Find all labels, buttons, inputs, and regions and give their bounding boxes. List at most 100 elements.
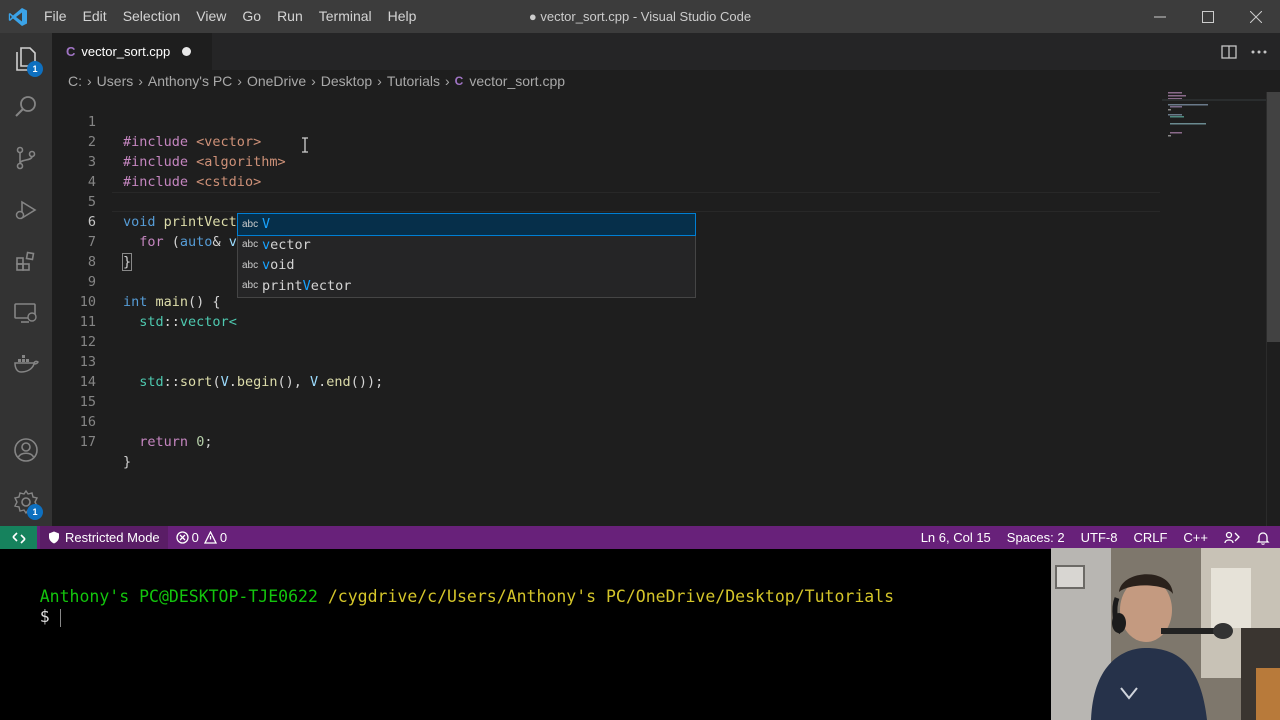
- activity-bar: 1 1: [0, 33, 52, 526]
- indentation[interactable]: Spaces: 2: [999, 530, 1073, 545]
- source-control-icon[interactable]: [0, 134, 52, 182]
- files-icon[interactable]: 1: [0, 35, 52, 83]
- code-line: 14: [52, 352, 1162, 390]
- line-number: 17: [79, 434, 96, 450]
- tab-label: vector_sort.cpp: [81, 44, 171, 59]
- close-icon[interactable]: [1232, 0, 1280, 33]
- menu-go[interactable]: Go: [234, 0, 269, 33]
- warning-count: 0: [219, 530, 228, 545]
- suggestion-match: V: [262, 216, 271, 233]
- suggestion-item[interactable]: abc v ector: [238, 235, 695, 256]
- code-editor[interactable]: 1 #include <vector> 2 #include <algorith…: [52, 92, 1162, 526]
- cursor-position[interactable]: Ln 6, Col 15: [913, 530, 999, 545]
- code-line: 2 #include <algorithm>: [52, 112, 1162, 170]
- text-kind-icon: abc: [242, 239, 259, 251]
- suggestion-match: V: [302, 277, 311, 294]
- terminal-path: /cygdrive/c/Users/Anthony's PC/OneDrive/…: [327, 587, 895, 606]
- restricted-mode-indicator[interactable]: Restricted Mode: [40, 526, 168, 549]
- remote-explorer-icon[interactable]: [0, 289, 52, 337]
- suggest-widget: abc V abc v ector abc v oid abc print Vecto…: [237, 213, 696, 298]
- extensions-icon[interactable]: [0, 238, 52, 286]
- breadcrumb-file[interactable]: vector_sort.cpp: [469, 73, 565, 89]
- suggestion-rest: ector: [310, 277, 352, 294]
- problems-indicator[interactable]: 0 0: [168, 530, 235, 545]
- breadcrumb-item[interactable]: Users: [97, 73, 134, 89]
- code-line: 15: [52, 372, 1162, 410]
- text-kind-icon: abc: [242, 280, 259, 292]
- terminal-cursor: [59, 608, 61, 627]
- suggestion-match: v: [262, 236, 271, 253]
- code-line: 5 void printVector(std::vector<int> V) {: [52, 172, 1162, 231]
- breadcrumb-item[interactable]: C:: [68, 73, 82, 89]
- status-bar: Restricted Mode 0 0 Ln 6, Col 15 Spaces:…: [0, 526, 1280, 549]
- code-line: 13 std::sort(V.begin(), V.end());: [52, 332, 1162, 390]
- window-controls: [1136, 0, 1280, 33]
- explorer-badge: 1: [27, 61, 43, 77]
- breadcrumb-item[interactable]: Desktop: [321, 73, 372, 89]
- remote-indicator-icon[interactable]: [0, 526, 37, 549]
- menu-edit[interactable]: Edit: [75, 0, 115, 33]
- feedback-icon[interactable]: [1216, 531, 1248, 545]
- error-icon: [176, 531, 189, 544]
- code-line: 6 for (auto& v: [52, 192, 1162, 251]
- title-bar: File Edit Selection View Go Run Terminal…: [0, 0, 1280, 33]
- split-editor-icon[interactable]: [1214, 33, 1244, 70]
- shield-icon: [48, 531, 60, 544]
- breadcrumb-item[interactable]: OneDrive: [247, 73, 306, 89]
- suggestion-item[interactable]: abc v oid: [238, 255, 695, 276]
- webcam-overlay: [1051, 548, 1280, 720]
- menu-terminal[interactable]: Terminal: [311, 0, 380, 33]
- tab-vector-sort[interactable]: C vector_sort.cpp: [52, 33, 212, 70]
- suggestion-item[interactable]: abc V: [237, 213, 696, 236]
- run-debug-icon[interactable]: [0, 186, 52, 234]
- chevron-right-icon: ›: [311, 73, 316, 89]
- breadcrumb-item[interactable]: Anthony's PC: [148, 73, 232, 89]
- end-of-line[interactable]: CRLF: [1125, 530, 1175, 545]
- menu-help[interactable]: Help: [380, 0, 425, 33]
- menu-run[interactable]: Run: [269, 0, 311, 33]
- encoding[interactable]: UTF-8: [1073, 530, 1126, 545]
- cpp-file-icon: C: [66, 44, 76, 59]
- token: }: [123, 454, 132, 470]
- cpp-file-icon: C: [454, 74, 464, 88]
- suggestion-rest: oid: [270, 257, 295, 274]
- account-icon[interactable]: [0, 426, 52, 474]
- language-mode[interactable]: C++: [1175, 530, 1216, 545]
- suggestion-prefix: print: [262, 277, 303, 294]
- code-line: 17 }: [52, 412, 1162, 470]
- code-line: 16 return 0;: [52, 392, 1162, 450]
- more-actions-icon[interactable]: [1244, 33, 1274, 70]
- unsaved-dot-icon[interactable]: [182, 47, 192, 56]
- docker-icon[interactable]: [0, 339, 52, 387]
- menu-file[interactable]: File: [36, 0, 75, 33]
- breadcrumb-item[interactable]: Tutorials: [387, 73, 440, 89]
- scrollbar-thumb[interactable]: [1267, 92, 1280, 342]
- suggestion-item[interactable]: abc print Vector: [238, 276, 695, 297]
- manage-badge: 1: [27, 504, 43, 520]
- editor-actions: [1214, 33, 1280, 70]
- code-line: 4: [52, 152, 1162, 190]
- chevron-right-icon: ›: [237, 73, 242, 89]
- search-icon[interactable]: [0, 83, 52, 131]
- menu-selection[interactable]: Selection: [115, 0, 189, 33]
- code-line: 12: [52, 312, 1162, 350]
- gear-icon[interactable]: 1: [0, 478, 52, 526]
- chevron-right-icon: ›: [444, 73, 450, 89]
- maximize-icon[interactable]: [1184, 0, 1232, 33]
- suggestion-rest: ector: [270, 236, 311, 253]
- minimize-icon[interactable]: [1136, 0, 1184, 33]
- status-bar-right: Ln 6, Col 15 Spaces: 2 UTF-8 CRLF C++: [913, 526, 1280, 549]
- code-line: 1 #include <vector>: [52, 92, 1162, 150]
- token: ;: [204, 434, 213, 450]
- text-kind-icon: abc: [242, 259, 259, 271]
- notifications-bell-icon[interactable]: [1248, 531, 1280, 545]
- minimap[interactable]: [1162, 92, 1266, 526]
- terminal-input-line[interactable]: $: [0, 587, 61, 647]
- chevron-right-icon: ›: [87, 73, 92, 89]
- menu-view[interactable]: View: [188, 0, 234, 33]
- code-line: 3 #include <cstdio>: [52, 132, 1162, 190]
- text-kind-icon: abc: [242, 218, 259, 230]
- chevron-right-icon: ›: [138, 73, 143, 89]
- breadcrumb: C: › Users › Anthony's PC › OneDrive › D…: [52, 70, 1162, 92]
